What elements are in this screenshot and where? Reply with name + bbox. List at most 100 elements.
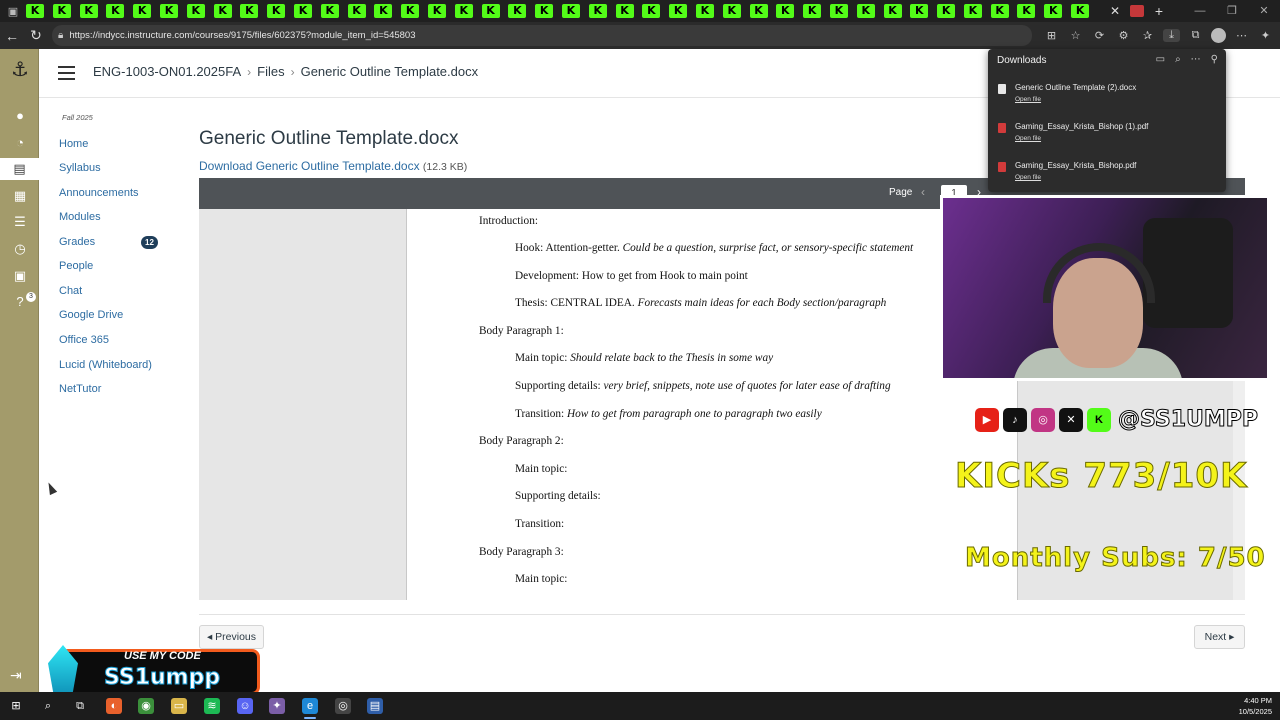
discord-icon[interactable]: ☺	[237, 698, 253, 714]
course-nav-home[interactable]: Home	[59, 138, 88, 150]
pin-icon[interactable]: ⚲	[1211, 54, 1218, 65]
download-file-name[interactable]: Gaming_Essay_Krista_Bishop.pdf	[1015, 161, 1136, 170]
kick-tab-icon[interactable]: K	[52, 4, 71, 18]
chrome-icon[interactable]: ◉	[138, 698, 154, 714]
kick-tab-icon[interactable]: K	[803, 4, 822, 18]
downloads-icon[interactable]: ⤓	[1163, 29, 1180, 42]
kick-tab-icon[interactable]: K	[535, 4, 554, 18]
open-file-link[interactable]: Open file	[1015, 135, 1041, 142]
course-nav-modules[interactable]: Modules	[59, 211, 101, 223]
refresh-extension-icon[interactable]: ⟳	[1091, 29, 1108, 42]
kick-tab-icon[interactable]: K	[776, 4, 795, 18]
course-nav-syllabus[interactable]: Syllabus	[59, 162, 101, 174]
kick-tab-icon[interactable]: K	[856, 4, 875, 18]
studio-icon[interactable]: ▣	[9, 265, 31, 287]
kick-tab-icon[interactable]: K	[910, 4, 929, 18]
course-nav-people[interactable]: People	[59, 260, 93, 272]
hamburger-menu-icon[interactable]	[58, 66, 75, 80]
system-clock[interactable]: 4:40 PM 10/5/2025	[1239, 695, 1272, 717]
next-button[interactable]: Next ▸	[1194, 625, 1245, 649]
history-icon[interactable]: ◷	[9, 238, 31, 260]
course-nav-lucid[interactable]: Lucid (Whiteboard)	[59, 359, 152, 371]
calendar-icon[interactable]: ▦	[9, 185, 31, 207]
kick-tab-icon[interactable]: K	[427, 4, 446, 18]
course-nav-announcements[interactable]: Announcements	[59, 187, 139, 199]
more-menu-icon[interactable]: ⋯	[1233, 29, 1250, 42]
breadcrumb-course[interactable]: ENG-1003-ON01.2025FA	[93, 64, 241, 79]
kick-tab-icon[interactable]: K	[1071, 4, 1090, 18]
kick-tab-icon[interactable]: K	[133, 4, 152, 18]
dashboard-icon[interactable]: ◔	[9, 132, 31, 154]
college-logo[interactable]: ⚓︎	[4, 57, 36, 91]
search-icon[interactable]: ⌕	[1175, 54, 1181, 65]
edge-icon[interactable]: e	[302, 698, 318, 714]
kick-tab-icon[interactable]: K	[454, 4, 473, 18]
kick-tab-icon[interactable]: K	[293, 4, 312, 18]
game-app-icon[interactable]: ✦	[269, 698, 285, 714]
kick-tab-icon[interactable]: K	[695, 4, 714, 18]
task-view-icon[interactable]: ⧉	[72, 698, 88, 714]
download-file-name[interactable]: Gaming_Essay_Krista_Bishop (1).pdf	[1015, 122, 1148, 131]
kick-tab-icon[interactable]: K	[588, 4, 607, 18]
kick-tab-icon[interactable]: K	[159, 4, 178, 18]
kick-tab-icon[interactable]: K	[347, 4, 366, 18]
favorite-star-icon[interactable]: ☆	[1067, 29, 1084, 42]
course-nav-office-365[interactable]: Office 365	[59, 334, 109, 346]
download-file-name[interactable]: Generic Outline Template (2).docx	[1015, 83, 1136, 92]
account-icon[interactable]: ●	[9, 105, 31, 127]
kick-tab-icon[interactable]: K	[937, 4, 956, 18]
tab-close-icon[interactable]: ✕	[1106, 4, 1124, 18]
previous-page-icon[interactable]: ‹	[921, 185, 925, 199]
pdf-tab-icon[interactable]	[1130, 5, 1144, 17]
search-icon[interactable]: ⌕	[40, 698, 56, 714]
kick-tab-icon[interactable]: K	[963, 4, 982, 18]
more-options-icon[interactable]: ⋯	[1191, 54, 1201, 65]
course-nav-chat[interactable]: Chat	[59, 285, 82, 297]
open-folder-icon[interactable]: ▭	[1156, 54, 1165, 65]
kick-tab-icon[interactable]: K	[374, 4, 393, 18]
spotify-icon[interactable]: ≋	[204, 698, 220, 714]
kick-tab-icon[interactable]: K	[990, 4, 1009, 18]
kick-tab-icon[interactable]: K	[320, 4, 339, 18]
breadcrumb-files[interactable]: Files	[257, 64, 284, 79]
close-window-icon[interactable]: ✕	[1248, 0, 1280, 22]
maximize-icon[interactable]: ❐	[1216, 0, 1248, 22]
kick-tab-icon[interactable]: K	[26, 4, 44, 18]
kick-tab-icon[interactable]: K	[669, 4, 688, 18]
favorites-icon[interactable]: ✰	[1139, 29, 1156, 42]
kick-tab-icon[interactable]: K	[79, 4, 98, 18]
kick-tab-icon[interactable]: K	[749, 4, 768, 18]
inbox-icon[interactable]: ☰	[9, 211, 31, 233]
kick-tab-icon[interactable]: K	[106, 4, 125, 18]
kick-tab-icon[interactable]: K	[642, 4, 661, 18]
minimize-icon[interactable]: —	[1184, 0, 1216, 22]
file-explorer-icon[interactable]: ▭	[171, 698, 187, 714]
collapse-nav-icon[interactable]: ⇥	[10, 667, 22, 684]
kick-tab-icon[interactable]: K	[615, 4, 634, 18]
kick-tab-icon[interactable]: K	[267, 4, 286, 18]
kick-tab-icon[interactable]: K	[722, 4, 741, 18]
open-file-link[interactable]: Open file	[1015, 174, 1041, 181]
download-label[interactable]: Download Generic Outline Template.docx	[199, 159, 420, 173]
kick-tab-icon[interactable]: K	[561, 4, 580, 18]
kick-tab-icon[interactable]: K	[1044, 4, 1063, 18]
tab-actions-icon[interactable]: ▣	[0, 0, 26, 22]
profile-avatar[interactable]	[1211, 28, 1226, 43]
kick-tab-icon[interactable]: K	[481, 4, 500, 18]
courses-icon[interactable]: ▤	[0, 158, 39, 180]
kick-tab-icon[interactable]: K	[401, 4, 420, 18]
kick-tab-icon[interactable]: K	[883, 4, 902, 18]
collections-icon[interactable]: ⧉	[1187, 29, 1204, 42]
kick-tab-icon[interactable]: K	[240, 4, 259, 18]
new-tab-button[interactable]: +	[1150, 3, 1168, 19]
kick-tab-icon[interactable]: K	[829, 4, 848, 18]
kick-tab-icon[interactable]: K	[213, 4, 232, 18]
copilot-icon[interactable]: ✦	[1257, 29, 1274, 42]
kick-tab-icon[interactable]: K	[1017, 4, 1036, 18]
open-file-link[interactable]: Open file	[1015, 96, 1041, 103]
reload-icon[interactable]: ↻	[24, 27, 48, 44]
download-file-link[interactable]: Download Generic Outline Template.docx (…	[199, 159, 467, 173]
kick-tab-icon[interactable]: K	[508, 4, 527, 18]
course-nav-google-drive[interactable]: Google Drive	[59, 309, 123, 321]
notepad-icon[interactable]: ▤	[367, 698, 383, 714]
